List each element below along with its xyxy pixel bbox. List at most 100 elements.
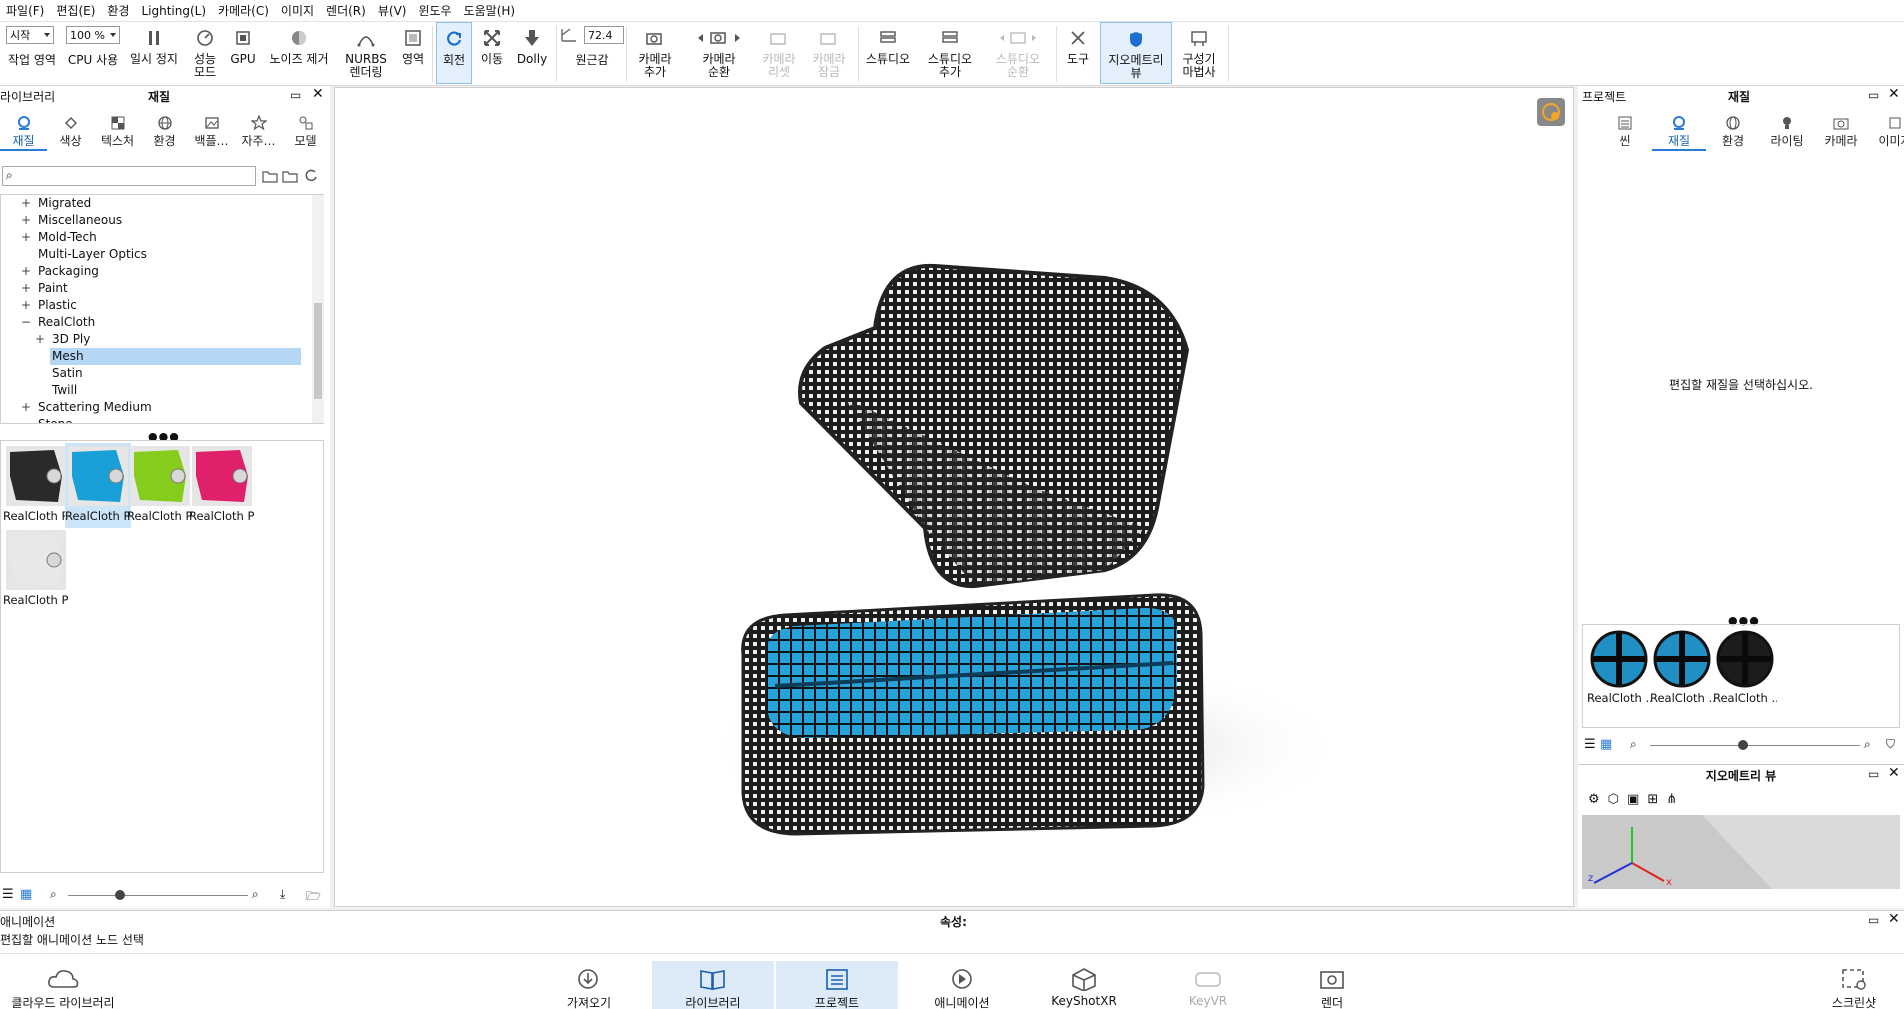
tab-backplates[interactable]: 백플… [188, 114, 235, 151]
tree-item[interactable]: + Miscellaneous [1, 212, 311, 229]
thumb-size-slider[interactable] [1650, 745, 1860, 746]
list-view-icon[interactable]: ☰ [2, 887, 14, 902]
menu-render[interactable]: 렌더(R) [320, 2, 372, 19]
nurbs-render-button[interactable]: NURBS 렌더링 [338, 22, 394, 84]
tree-item[interactable]: Satin [1, 365, 311, 382]
zoom-combo[interactable]: 100 % [66, 26, 120, 44]
tools-button[interactable]: 도구 [1060, 22, 1096, 84]
library-search-input[interactable]: ⌕ [2, 166, 256, 186]
tab-environment[interactable]: 환경 [1706, 114, 1760, 151]
float-panel-icon[interactable]: ▭ [1868, 767, 1879, 781]
refresh-icon[interactable] [304, 168, 318, 187]
keyshotxr-button[interactable]: KeyShotXR [1034, 967, 1134, 1008]
import-folder-icon[interactable] [262, 168, 278, 187]
close-icon[interactable]: ✕ [1888, 87, 1900, 101]
expand-icon[interactable]: + [35, 331, 45, 348]
geometry-view-button[interactable]: 지오메트리 뷰 [1100, 22, 1172, 84]
fov-input[interactable]: 72.4 [584, 26, 624, 44]
project-toggle-button[interactable]: 프로젝트 [776, 961, 898, 1009]
performance-mode-button[interactable]: 성능 모드 [186, 22, 224, 84]
tree-item[interactable]: − RealCloth [1, 314, 311, 331]
workspace-button[interactable]: 작업 영역 [4, 52, 60, 82]
collapse-icon[interactable]: − [21, 314, 31, 331]
tree-item[interactable]: Twill [1, 382, 311, 399]
tree-item[interactable]: + Packaging [1, 263, 311, 280]
project-material-item[interactable]: RealCloth ... [1650, 627, 1714, 712]
thumb-size-knob[interactable] [115, 890, 125, 900]
expand-icon[interactable]: + [21, 297, 31, 314]
grid-view-icon[interactable]: ▦ [1600, 737, 1612, 752]
cycle-camera-button[interactable]: 카메라 순환 [690, 22, 748, 84]
frame-icon[interactable]: ⊞ [1647, 792, 1658, 807]
material-thumbnail[interactable]: RealCloth Pl... [3, 443, 69, 528]
tree-item[interactable]: + Migrated [1, 195, 311, 212]
filter-icon[interactable]: ⛉ [1886, 737, 1895, 752]
tree-item[interactable]: + Scattering Medium [1, 399, 311, 416]
material-thumbnail[interactable]: RealCloth Pl... [189, 443, 255, 528]
tab-scene[interactable]: 씬 [1598, 114, 1652, 151]
hierarchy-icon[interactable]: ⋔ [1666, 792, 1677, 807]
menu-help[interactable]: 도움말(H) [458, 2, 522, 19]
geometry-view-canvas[interactable]: x z [1582, 815, 1900, 889]
add-studio-button[interactable]: 스튜디오 추가 [920, 22, 980, 84]
material-thumbnail[interactable]: RealCloth Pl... [3, 527, 69, 612]
tab-colors[interactable]: 색상 [47, 114, 94, 151]
pan-button[interactable]: 이동 [474, 22, 510, 84]
menu-lighting[interactable]: Lighting(L) [135, 4, 212, 18]
tree-item[interactable]: +3D Ply [1, 331, 311, 348]
menu-edit[interactable]: 편집(E) [50, 2, 101, 19]
cube-icon[interactable]: ⬡ [1608, 792, 1619, 807]
download-icon[interactable]: ⤓ [280, 887, 285, 902]
rotate-button[interactable]: 회전 [436, 22, 472, 84]
close-icon[interactable]: ✕ [1888, 766, 1900, 780]
project-material-item[interactable]: RealCloth ... [1713, 627, 1777, 712]
dolly-button[interactable]: Dolly [512, 22, 552, 84]
material-thumbnail[interactable]: RealCloth Pl... [127, 443, 193, 528]
cloud-library-button[interactable]: 클라우드 라이브러리 [8, 967, 118, 1009]
lock-camera-button[interactable]: 카메라 잠금 [804, 22, 854, 84]
import-button[interactable]: 가져오기 [544, 967, 634, 1009]
configurator-wizard-button[interactable]: 구성기 마법사 [1174, 22, 1224, 84]
cpu-usage-button[interactable]: CPU 사용 [64, 52, 122, 82]
gpu-button[interactable]: GPU [226, 22, 260, 84]
tab-favorites[interactable]: 자주… [235, 114, 282, 151]
tree-item[interactable]: + Paint [1, 280, 311, 297]
menu-file[interactable]: 파일(F) [0, 2, 50, 19]
keyvr-button[interactable]: KeyVR [1158, 967, 1258, 1008]
perspective-button[interactable]: 원근감 [566, 52, 618, 82]
tab-image[interactable]: 이미지 [1868, 114, 1904, 151]
zoom-in-icon[interactable]: ⌕ [252, 887, 259, 902]
zoom-in-icon[interactable]: ⌕ [1864, 737, 1871, 752]
add-folder-icon[interactable] [282, 168, 298, 187]
menu-camera[interactable]: 카메라(C) [212, 2, 275, 19]
float-panel-icon[interactable]: ▭ [1868, 88, 1879, 102]
settings-gear-icon[interactable]: ⚙ [1588, 792, 1600, 807]
expand-icon[interactable]: + [21, 280, 31, 297]
tree-item[interactable]: + Mold-Tech [1, 229, 311, 246]
expand-icon[interactable]: + [21, 229, 31, 246]
menu-environment[interactable]: 환경 [101, 2, 135, 19]
animation-toggle-button[interactable]: 애니메이션 [912, 967, 1012, 1009]
float-panel-icon[interactable]: ▭ [290, 88, 301, 102]
screenshot-button[interactable]: 스크린샷 [1806, 967, 1902, 1009]
studio-button[interactable]: 스튜디오 [862, 22, 914, 84]
tree-scrollbar[interactable] [312, 195, 324, 423]
zoom-out-icon[interactable]: ⌕ [50, 887, 57, 902]
expand-icon[interactable]: + [21, 195, 31, 212]
list-view-icon[interactable]: ☰ [1584, 737, 1596, 752]
tree-item[interactable]: Stone [1, 416, 311, 423]
add-camera-button[interactable]: 카메라 추가 [630, 22, 680, 84]
float-panel-icon[interactable]: ▭ [1868, 913, 1879, 927]
tree-item[interactable]: Multi-Layer Optics [1, 246, 311, 263]
grid-view-icon[interactable]: ▦ [20, 887, 32, 902]
menu-image[interactable]: 이미지 [275, 2, 320, 19]
project-material-item[interactable]: RealCloth ... [1587, 627, 1651, 712]
render-viewport[interactable] [334, 87, 1574, 907]
close-icon[interactable]: ✕ [312, 87, 324, 101]
denoise-button[interactable]: 노이즈 제거 [264, 22, 334, 84]
start-combo[interactable]: 시작 [6, 26, 54, 44]
expand-icon[interactable]: + [21, 399, 31, 416]
menu-view[interactable]: 뷰(V) [372, 2, 413, 19]
tab-material[interactable]: 재질 [1652, 114, 1706, 151]
folder-icon[interactable]: 🗁 [306, 887, 321, 908]
